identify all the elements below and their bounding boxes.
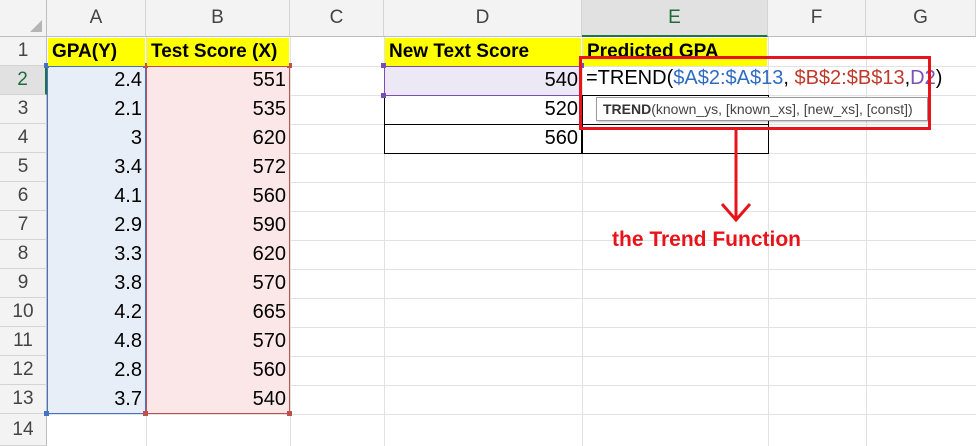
column-header-c[interactable]: C: [290, 0, 384, 37]
cell-test-score[interactable]: 560: [146, 356, 290, 385]
formula-part: ): [935, 67, 943, 89]
select-all-corner[interactable]: [0, 0, 47, 37]
cell-gpa[interactable]: 4.8: [47, 327, 146, 356]
cell-new-score[interactable]: 540: [384, 66, 582, 95]
cell-test-score[interactable]: 551: [146, 66, 290, 95]
row-header-8[interactable]: 8: [0, 240, 47, 269]
header-test-score[interactable]: Test Score (X): [147, 38, 289, 66]
cell-test-score[interactable]: 540: [146, 385, 290, 414]
cell-test-score[interactable]: 570: [146, 269, 290, 298]
cell-gpa[interactable]: 3: [47, 124, 146, 153]
cell-gpa[interactable]: 2.1: [47, 95, 146, 124]
header-new-text-score[interactable]: New Text Score: [385, 38, 581, 66]
cell-test-score[interactable]: 560: [146, 182, 290, 211]
row-header-5[interactable]: 5: [0, 153, 47, 182]
cell-gpa[interactable]: 3.8: [47, 269, 146, 298]
row-header-2[interactable]: 2: [0, 66, 47, 95]
cell-gpa[interactable]: 2.8: [47, 356, 146, 385]
highlight-box: [579, 56, 931, 130]
row-header-10[interactable]: 10: [0, 298, 47, 327]
cell-test-score[interactable]: 665: [146, 298, 290, 327]
row-header-12[interactable]: 12: [0, 356, 47, 385]
column-header-f[interactable]: F: [768, 0, 866, 37]
column-header-a[interactable]: A: [47, 0, 146, 37]
cell-test-score[interactable]: 620: [146, 124, 290, 153]
cell-gpa[interactable]: 4.1: [47, 182, 146, 211]
cell-gpa[interactable]: 3.3: [47, 240, 146, 269]
column-header-b[interactable]: B: [146, 0, 290, 37]
cell-new-score[interactable]: 560: [384, 124, 582, 153]
row-header-3[interactable]: 3: [0, 95, 47, 124]
column-header-g[interactable]: G: [866, 0, 976, 37]
cell-test-score[interactable]: 535: [146, 95, 290, 124]
cell-test-score[interactable]: 572: [146, 153, 290, 182]
gridline: [47, 414, 976, 415]
cell-gpa[interactable]: 2.4: [47, 66, 146, 95]
cell-test-score[interactable]: 590: [146, 211, 290, 240]
row-header-14[interactable]: 14: [0, 414, 47, 446]
cell-test-score[interactable]: 620: [146, 240, 290, 269]
column-header-e[interactable]: E: [582, 0, 768, 37]
row-header-1[interactable]: 1: [0, 37, 47, 66]
row-header-9[interactable]: 9: [0, 269, 47, 298]
annotation-arrow-icon: [720, 130, 752, 223]
row-header-11[interactable]: 11: [0, 327, 47, 356]
cell-test-score[interactable]: 570: [146, 327, 290, 356]
cell-gpa[interactable]: 3.7: [47, 385, 146, 414]
row-header-13[interactable]: 13: [0, 385, 47, 414]
spreadsheet: A B C D E F G 1 2 3 4 5 6 7 8 9 10 11 12…: [0, 0, 976, 446]
cell-gpa[interactable]: 2.9: [47, 211, 146, 240]
row-header-6[interactable]: 6: [0, 182, 47, 211]
annotation-label: the Trend Function: [612, 228, 801, 251]
row-header-7[interactable]: 7: [0, 211, 47, 240]
cell-gpa[interactable]: 4.2: [47, 298, 146, 327]
column-header-d[interactable]: D: [384, 0, 582, 37]
row-header-4[interactable]: 4: [0, 124, 47, 153]
cell-new-score[interactable]: 520: [384, 95, 582, 124]
cell-gpa[interactable]: 3.4: [47, 153, 146, 182]
header-gpa[interactable]: GPA(Y): [48, 38, 145, 66]
